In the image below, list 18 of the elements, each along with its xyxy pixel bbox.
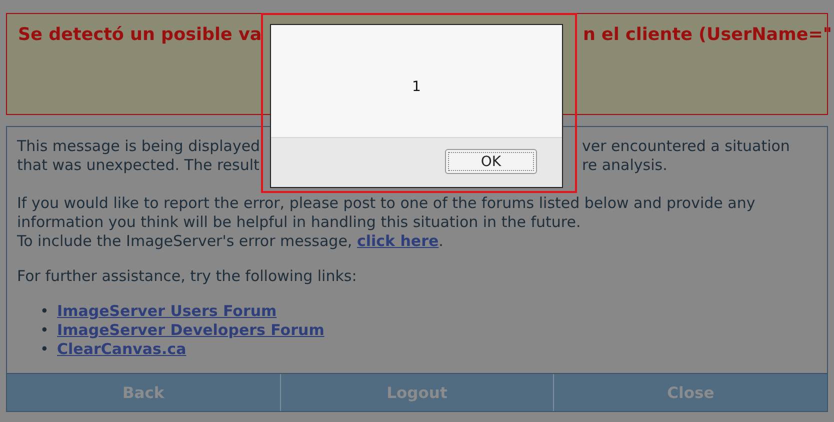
message-text: This message is being displayed: [17, 137, 260, 156]
forum-link[interactable]: ImageServer Users Forum: [57, 302, 277, 320]
message-text: that was unexpected. The result: [17, 156, 260, 175]
list-bullet: •: [40, 302, 50, 321]
message-text: re analysis.: [582, 156, 668, 175]
message-text: ver encountered a situation: [582, 137, 790, 156]
message-text: information you think will be helpful in handling this situation in the future.: [17, 213, 582, 232]
ok-button[interactable]: OK: [445, 149, 537, 174]
click-here-link[interactable]: click here: [356, 232, 439, 250]
list-bullet: •: [40, 340, 50, 359]
alert-message: 1: [412, 79, 421, 97]
message-text: If you would like to report the error, please post to one of the forums listed below and provide any: [17, 194, 756, 213]
error-title: Se detectó un posible va: [18, 26, 262, 45]
list-bullet: •: [40, 321, 50, 340]
forum-link[interactable]: ImageServer Developers Forum: [57, 321, 324, 339]
message-text: For further assistance, try the following links:: [17, 267, 358, 286]
forum-link[interactable]: ClearCanvas.ca: [57, 340, 186, 358]
message-text: To include the ImageServer's error message, click here.: [17, 232, 444, 251]
